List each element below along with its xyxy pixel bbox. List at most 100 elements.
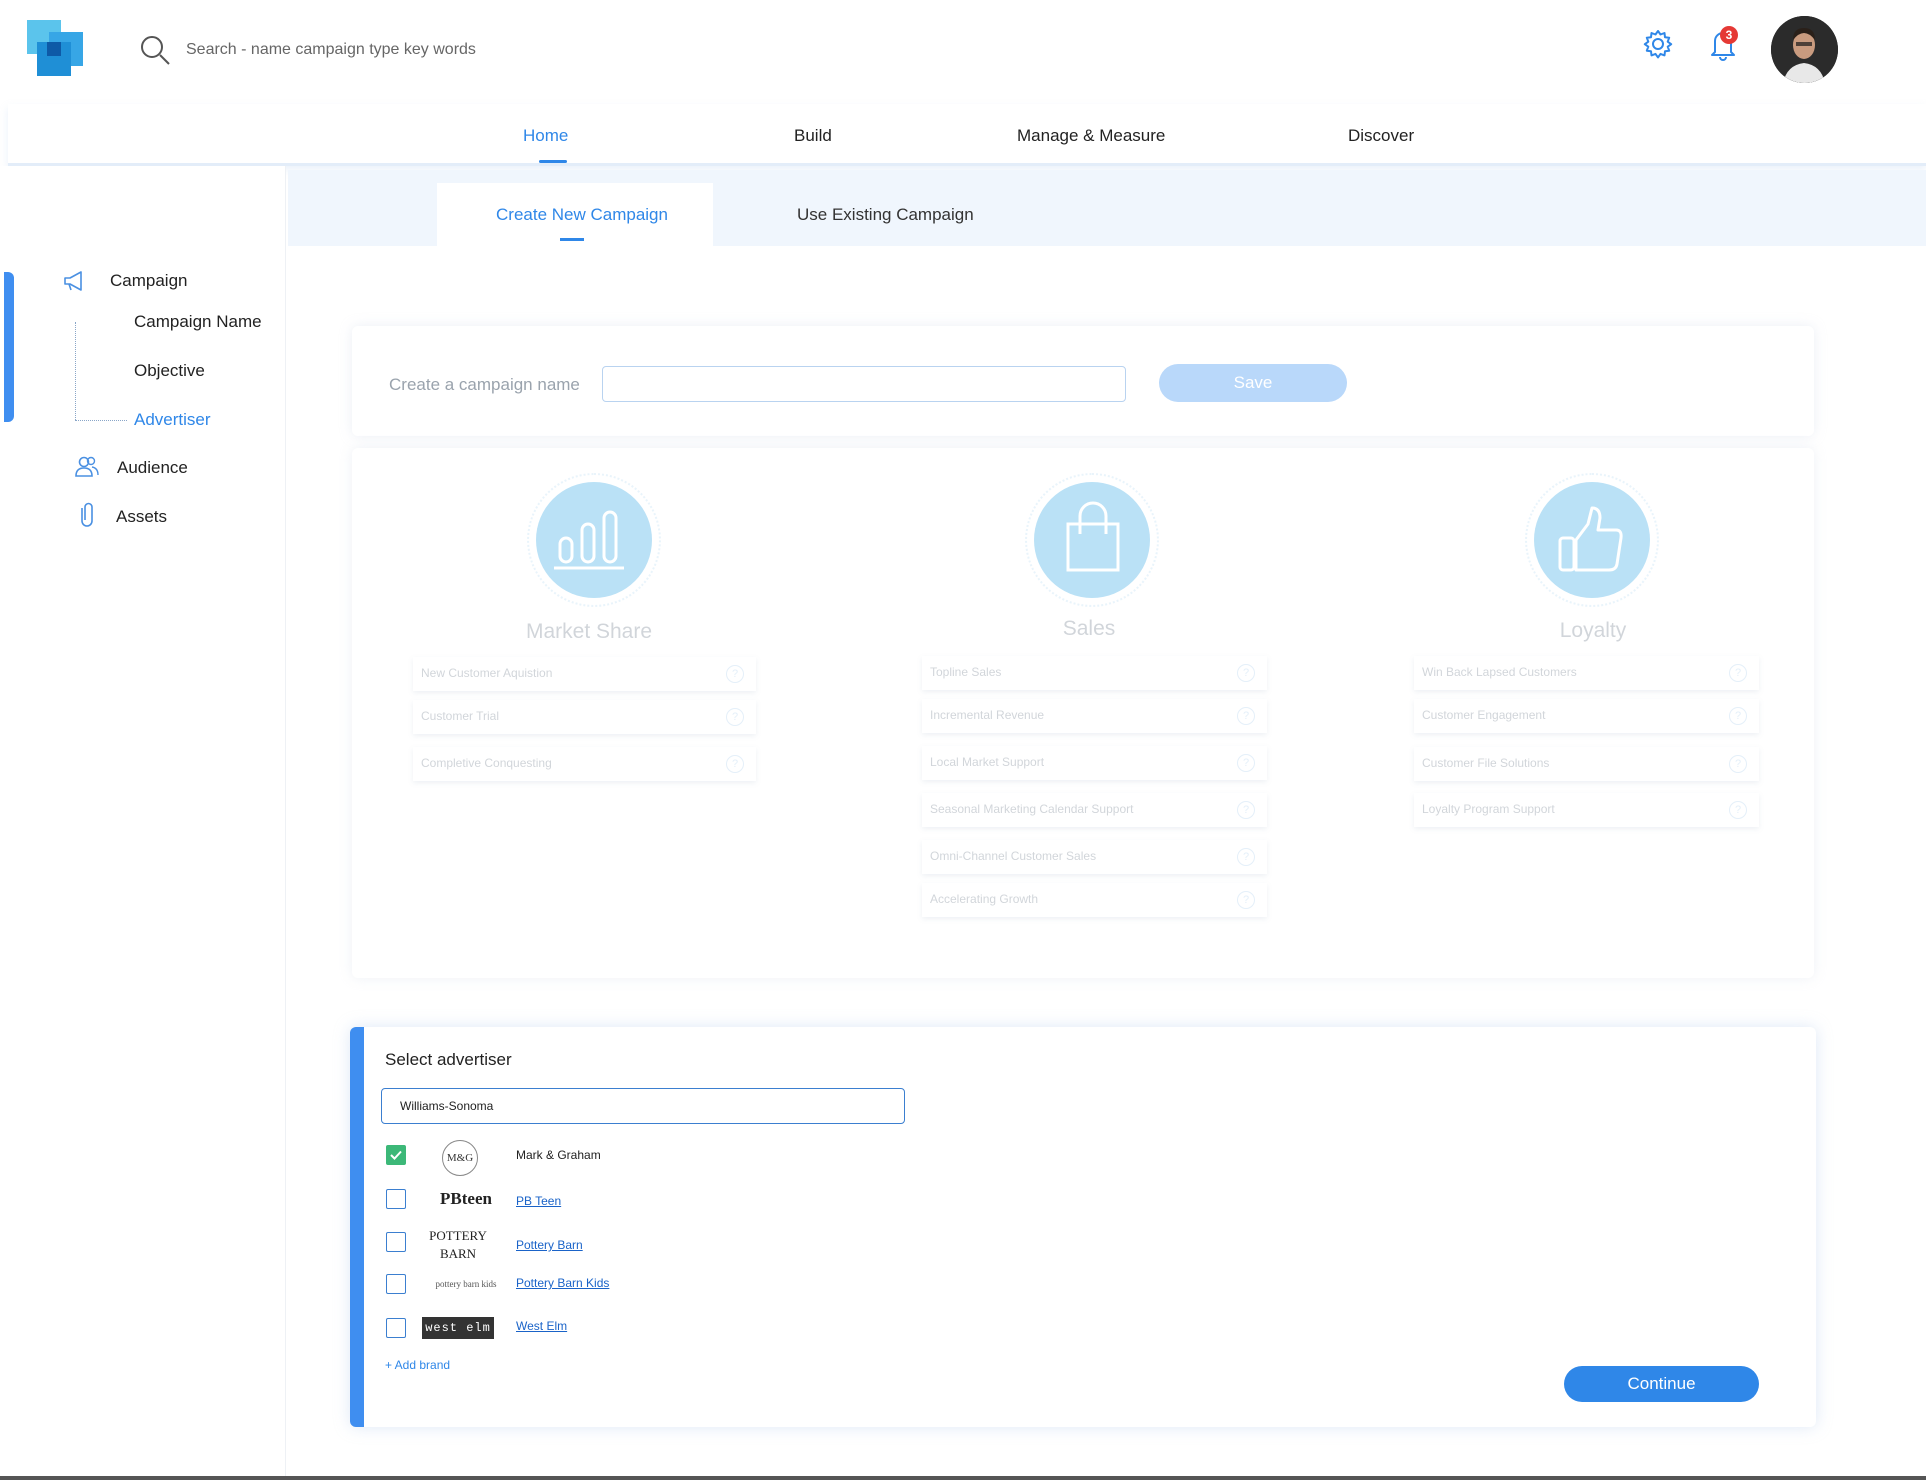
goal-item[interactable]: Completive Conquesting? <box>413 747 756 781</box>
checkmark-icon <box>390 1150 402 1160</box>
nav-discover[interactable]: Discover <box>1348 126 1414 146</box>
gear-icon[interactable] <box>1642 28 1674 60</box>
brand-logo-pottery-barn-kids: pottery barn kids <box>435 1279 497 1289</box>
tree-line <box>75 322 76 420</box>
add-brand-link[interactable]: + Add brand <box>385 1358 450 1372</box>
tab-use-existing-campaign[interactable]: Use Existing Campaign <box>797 205 974 225</box>
goal-item[interactable]: Local Market Support? <box>922 746 1267 780</box>
save-button[interactable]: Save <box>1159 364 1347 402</box>
campaign-name-label: Create a campaign name <box>389 375 580 394</box>
sidebar-item-advertiser[interactable]: Advertiser <box>134 410 211 430</box>
goal-label: Win Back Lapsed Customers <box>1422 665 1577 679</box>
objective-title: Sales <box>1062 617 1116 640</box>
help-icon[interactable]: ? <box>1729 707 1747 725</box>
help-icon[interactable]: ? <box>726 708 744 726</box>
top-header: 3 <box>0 0 1926 100</box>
goal-item[interactable]: Omni-Channel Customer Sales? <box>922 840 1267 874</box>
help-icon[interactable]: ? <box>1237 801 1255 819</box>
sidebar-item-campaign[interactable]: Campaign <box>110 271 188 291</box>
advertiser-card-accent <box>350 1027 364 1427</box>
goal-label: Seasonal Marketing Calendar Support <box>930 802 1134 816</box>
brand-logo-pottery-barn: POTTERY BARN <box>429 1228 487 1261</box>
goal-label: Customer Trial <box>421 709 500 723</box>
users-icon <box>75 456 99 477</box>
goal-item[interactable]: Win Back Lapsed Customers? <box>1414 656 1759 690</box>
help-icon[interactable]: ? <box>1729 664 1747 682</box>
megaphone-icon <box>64 271 82 291</box>
objective-loyalty[interactable] <box>1534 482 1650 598</box>
sidebar-active-indicator <box>4 272 14 422</box>
brand-name: Mark & Graham <box>516 1148 601 1162</box>
goal-item[interactable]: Loyalty Program Support? <box>1414 793 1759 827</box>
bottom-edge <box>0 1476 1926 1480</box>
brand-logo-mark-graham: M&G <box>442 1140 478 1176</box>
brand-link[interactable]: West Elm <box>516 1319 567 1333</box>
main-nav: Home Build Manage & Measure Discover <box>8 104 1926 166</box>
help-icon[interactable]: ? <box>1729 801 1747 819</box>
shopping-bag-icon <box>1066 501 1120 572</box>
tab-create-new-campaign[interactable]: Create New Campaign <box>496 205 668 225</box>
search-input[interactable] <box>186 36 786 64</box>
help-icon[interactable]: ? <box>1237 754 1255 772</box>
brand-checkbox[interactable] <box>386 1274 406 1294</box>
app-logo[interactable] <box>27 20 85 78</box>
user-avatar[interactable] <box>1771 16 1838 83</box>
nav-manage-measure[interactable]: Manage & Measure <box>1017 126 1165 146</box>
objective-market-share[interactable] <box>536 482 652 598</box>
brand-checkbox[interactable] <box>386 1318 406 1338</box>
goal-label: Topline Sales <box>930 665 1002 679</box>
brand-link[interactable]: PB Teen <box>516 1194 561 1208</box>
goal-item[interactable]: Customer Trial? <box>413 700 756 734</box>
nav-home[interactable]: Home <box>523 126 568 146</box>
nav-active-indicator <box>539 160 567 163</box>
goal-label: Completive Conquesting <box>421 756 552 770</box>
tree-line-branch <box>75 420 127 421</box>
goal-label: Customer File Solutions <box>1422 756 1550 770</box>
goal-item[interactable]: Customer File Solutions? <box>1414 747 1759 781</box>
brand-logo-pbteen: PBteen <box>440 1189 492 1208</box>
help-icon[interactable]: ? <box>1237 664 1255 682</box>
goal-item[interactable]: Seasonal Marketing Calendar Support? <box>922 793 1267 827</box>
campaign-name-input[interactable] <box>602 366 1126 402</box>
brand-logo-west-elm: west elm <box>422 1317 494 1339</box>
goal-item[interactable]: Customer Engagement? <box>1414 699 1759 733</box>
avatar-icon <box>1771 16 1838 83</box>
help-icon[interactable]: ? <box>1729 755 1747 773</box>
objective-title: Market Share <box>525 620 653 643</box>
notification-badge: 3 <box>1720 26 1738 44</box>
brand-checkbox-checked[interactable] <box>386 1145 406 1165</box>
sidebar-item-campaign-name[interactable]: Campaign Name <box>134 312 262 332</box>
tab-active-indicator <box>560 238 584 241</box>
help-icon[interactable]: ? <box>1237 707 1255 725</box>
goal-item[interactable]: Accelerating Growth? <box>922 883 1267 917</box>
help-icon[interactable]: ? <box>726 755 744 773</box>
advertiser-search-input[interactable] <box>381 1088 905 1124</box>
help-icon[interactable]: ? <box>1237 891 1255 909</box>
brand-link[interactable]: Pottery Barn <box>516 1238 583 1252</box>
help-icon[interactable]: ? <box>1237 848 1255 866</box>
continue-button[interactable]: Continue <box>1564 1366 1759 1402</box>
bar-chart-icon <box>554 510 624 570</box>
search-icon[interactable] <box>139 34 171 66</box>
goal-item[interactable]: Topline Sales? <box>922 656 1267 690</box>
goal-item[interactable]: Incremental Revenue? <box>922 699 1267 733</box>
goal-label: Incremental Revenue <box>930 708 1045 722</box>
brand-checkbox[interactable] <box>386 1232 406 1252</box>
brand-checkbox[interactable] <box>386 1189 406 1209</box>
nav-build[interactable]: Build <box>794 126 832 146</box>
goal-label: Local Market Support <box>930 755 1045 769</box>
goal-item[interactable]: New Customer Aquistion? <box>413 657 756 691</box>
objective-sales[interactable] <box>1034 482 1150 598</box>
sidebar-item-assets[interactable]: Assets <box>116 507 167 527</box>
goal-label: Omni-Channel Customer Sales <box>930 849 1097 863</box>
goal-label: New Customer Aquistion <box>421 666 553 680</box>
objective-title: Loyalty <box>1559 619 1627 642</box>
goal-label: Accelerating Growth <box>930 892 1039 906</box>
brand-link[interactable]: Pottery Barn Kids <box>516 1276 609 1290</box>
sidebar-item-objective[interactable]: Objective <box>134 361 205 381</box>
thumbs-up-icon <box>1558 506 1623 572</box>
goal-label: Customer Engagement <box>1422 708 1546 722</box>
sidebar-item-audience[interactable]: Audience <box>117 458 188 478</box>
help-icon[interactable]: ? <box>726 665 744 683</box>
paperclip-icon <box>81 502 93 527</box>
